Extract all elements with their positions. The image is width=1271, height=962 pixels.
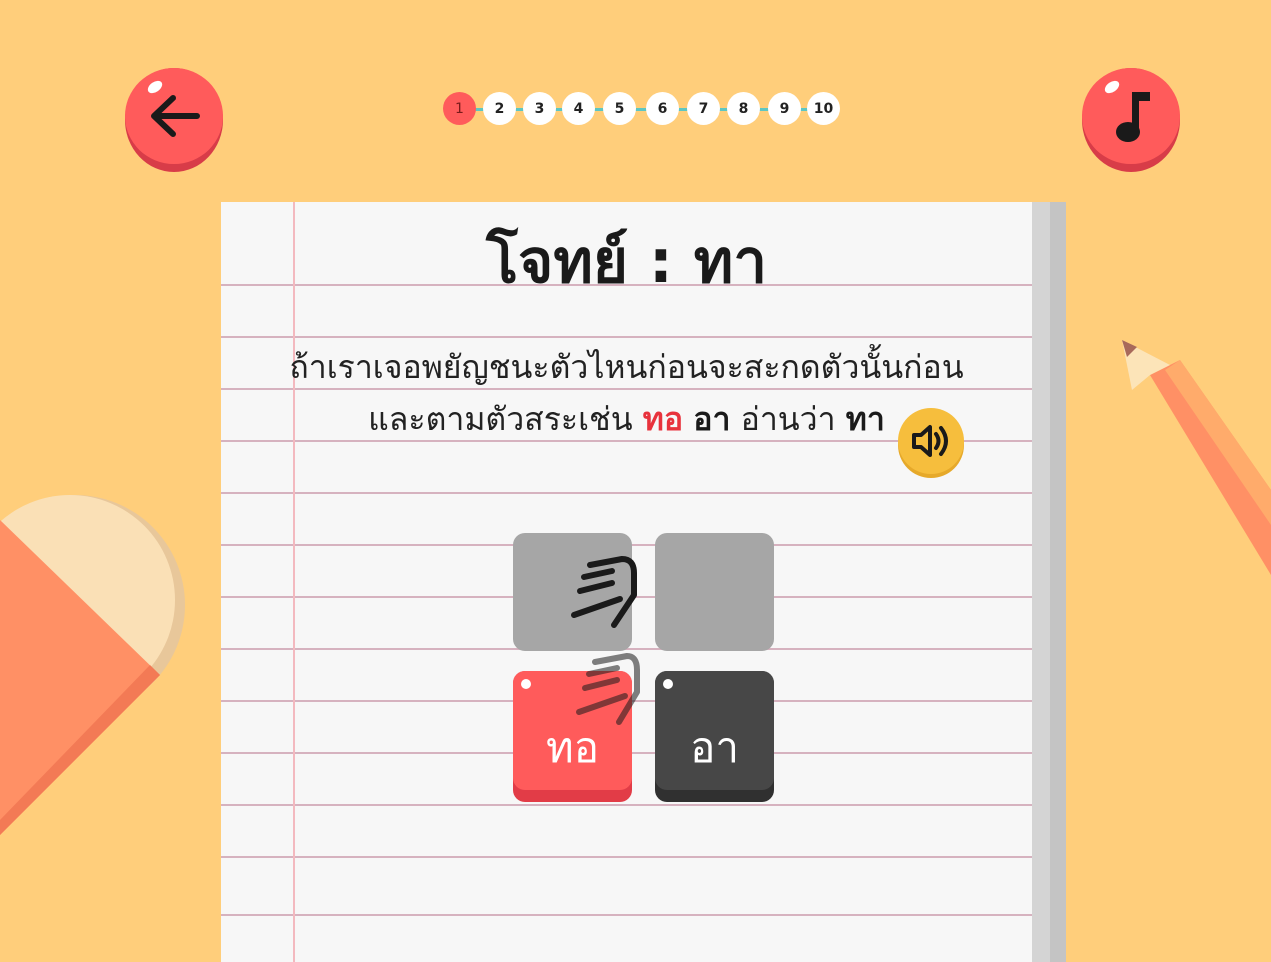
ruled-line [221,336,1032,338]
step-7[interactable]: 7 [687,92,720,125]
speaker-icon [912,425,948,457]
instruction-text-1: ถ้าเราเจอพยัญชนะตัวไหนก่อนจะสะกดตัวนั้นก… [289,348,964,386]
ruled-line [221,492,1032,494]
progress-steps: 1 2 3 4 5 6 7 8 9 10 [443,92,843,126]
instruction-read-as: อ่านว่า [740,400,836,438]
page-edge-shadow [1050,202,1066,962]
music-note-icon [1116,92,1150,142]
eraser-decoration [0,495,185,835]
margin-line [293,202,295,962]
step-1[interactable]: 1 [443,92,476,125]
instruction-line-1: ถ้าเราเจอพยัญชนะตัวไหนก่อนจะสะกดตัวนั้นก… [221,342,1032,393]
ruled-line [221,856,1032,858]
speaker-button[interactable] [898,408,964,474]
answer-slot-2[interactable] [655,533,774,651]
ruled-line [221,914,1032,916]
tile-label: อา [690,723,739,772]
letter-tile-a[interactable]: อา [655,671,774,802]
example-vowel: อา [693,400,731,438]
step-5[interactable]: 5 [603,92,636,125]
instruction-prefix: และตามตัวสระเช่น [368,400,633,438]
step-4[interactable]: 4 [562,92,595,125]
example-consonant: ทอ [642,400,684,438]
music-button[interactable] [1082,68,1180,172]
step-2[interactable]: 2 [483,92,516,125]
step-10[interactable]: 10 [807,92,840,125]
drag-hint-hand-ghost-icon [576,653,640,725]
notebook-page [221,202,1066,962]
lesson-title: โจทย์ : ทา [485,227,768,297]
arrow-left-icon [151,95,200,137]
ruled-line [221,804,1032,806]
step-9[interactable]: 9 [768,92,801,125]
pencil-decoration [1122,340,1271,575]
drag-hint-hand-icon [571,556,637,628]
step-6[interactable]: 6 [646,92,679,125]
step-8[interactable]: 8 [727,92,760,125]
step-3[interactable]: 3 [523,92,556,125]
back-button[interactable] [125,68,223,172]
example-result: ทา [845,400,885,438]
